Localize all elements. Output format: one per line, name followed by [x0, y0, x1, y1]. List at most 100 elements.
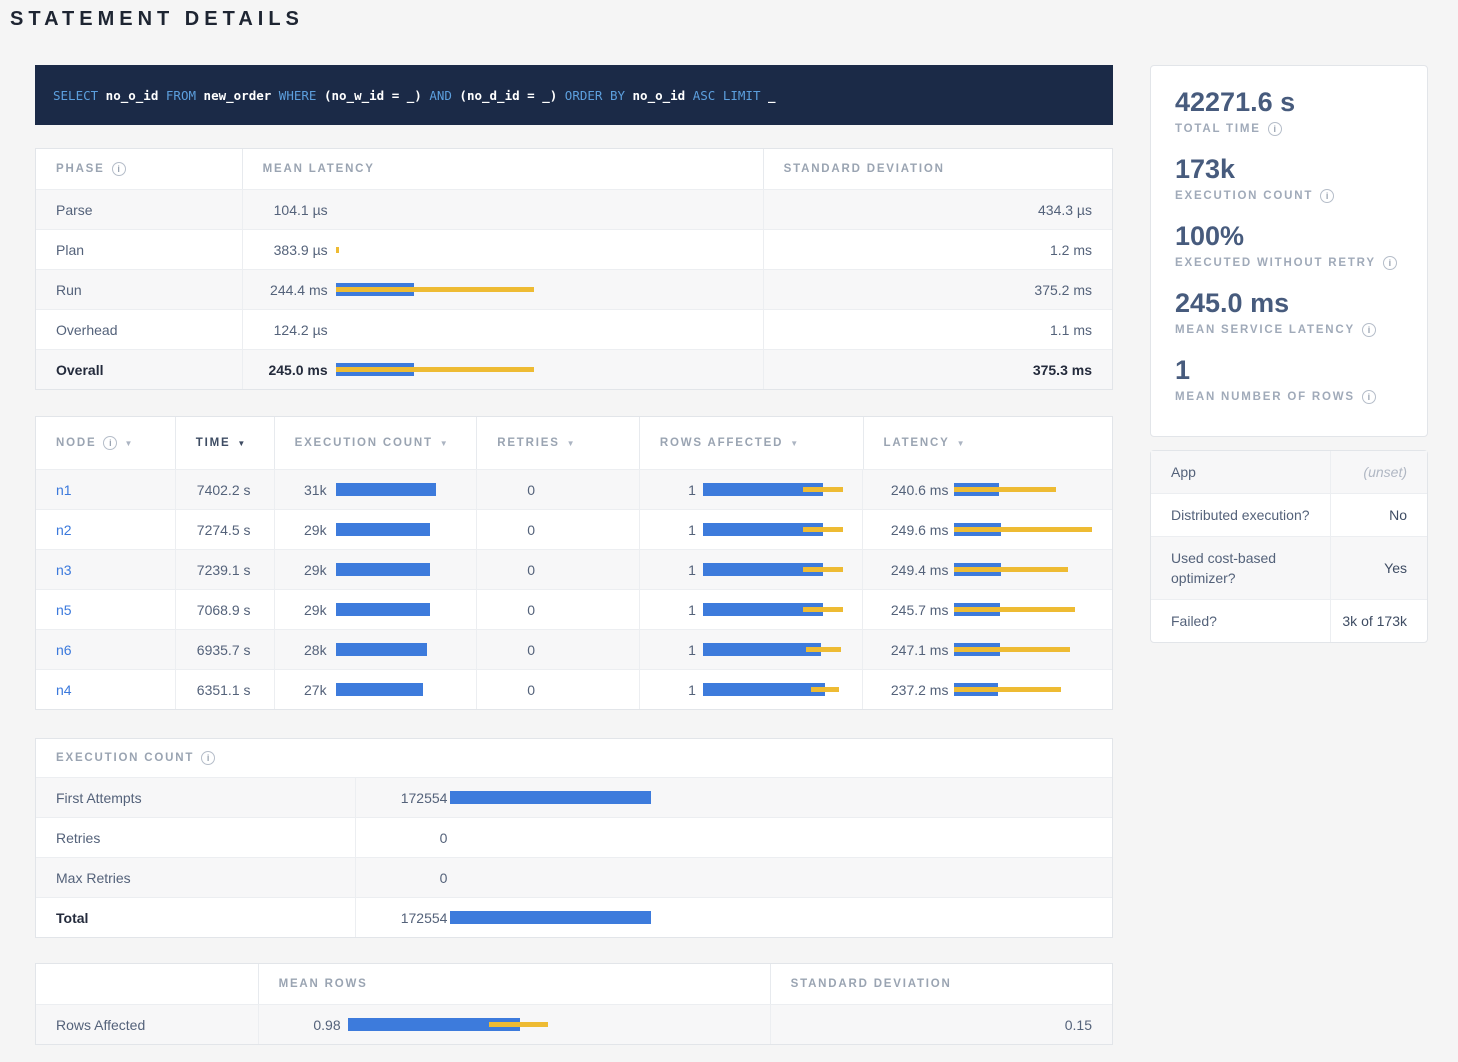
execution-row-label: Max Retries: [36, 858, 355, 897]
sort-desc-icon[interactable]: ▼: [440, 439, 450, 448]
rows-affected-value: 1: [640, 642, 696, 658]
mean-rows-cell: 0.98: [258, 1005, 770, 1044]
stddev-whisker-icon: [489, 1022, 548, 1027]
stddev-whisker-icon: [336, 247, 339, 253]
retries-value: 0: [497, 562, 565, 578]
stddev-value: 1.2 ms: [763, 230, 1112, 269]
info-icon[interactable]: i: [1362, 390, 1376, 404]
column-header-time[interactable]: TIME▼: [175, 417, 274, 469]
time-value: 6351.1 s: [176, 682, 251, 698]
latency-bar-chart: [336, 683, 477, 696]
latency-bar-chart: [336, 243, 763, 256]
sort-desc-icon[interactable]: ▼: [124, 439, 134, 448]
stat-label: EXECUTED WITHOUT RETRYi: [1175, 256, 1403, 270]
node-table-row: n46351.1 s27k01237.2 ms: [36, 669, 1112, 709]
stddev-whisker-icon: [954, 487, 1056, 492]
sort-desc-icon[interactable]: ▼: [567, 439, 577, 448]
execution-row-label: Retries: [36, 818, 355, 857]
rows-affected-value: 1: [640, 602, 696, 618]
attribute-row: Failed?3k of 173k: [1151, 599, 1427, 642]
latency-bar-chart: [954, 563, 1112, 576]
stddev-value: 434.3 µs: [763, 190, 1112, 229]
latency-bar-chart: [348, 1018, 770, 1031]
stddev-value: 1.1 ms: [763, 310, 1112, 349]
sort-desc-icon[interactable]: ▼: [237, 439, 247, 448]
column-label: PHASE: [56, 163, 105, 175]
column-header-latency[interactable]: LATENCY▼: [863, 417, 1113, 469]
execution-count-table-header: EXECUTION COUNT i: [36, 739, 1112, 777]
column-header-rows-affected[interactable]: ROWS AFFECTED▼: [639, 417, 863, 469]
rows-affected-table-body: Rows Affected0.980.15: [36, 1004, 1112, 1044]
retries-cell: 0: [476, 630, 639, 669]
phase-table-header: PHASE i MEAN LATENCY STANDARD DEVIATION: [36, 149, 1112, 189]
column-label: EXECUTION COUNT: [295, 437, 433, 449]
info-icon[interactable]: i: [112, 162, 126, 176]
info-icon[interactable]: i: [1383, 256, 1397, 270]
sort-desc-icon[interactable]: ▼: [957, 439, 967, 448]
summary-sidebar: 42271.6 sTOTAL TIMEi173kEXECUTION COUNTi…: [1150, 65, 1428, 643]
latency-value: 249.6 ms: [863, 522, 948, 538]
execution-count-cell: 28k: [274, 630, 477, 669]
stddev-whisker-icon: [803, 607, 843, 612]
latency-cell: 237.2 ms: [862, 670, 1112, 709]
phase-table-row: Plan383.9 µs1.2 ms: [36, 229, 1112, 269]
latency-bar-chart: [954, 683, 1112, 696]
stddev-whisker-icon: [954, 647, 1070, 652]
execution-count-title: EXECUTION COUNT i: [36, 739, 215, 777]
retries-cell: 0: [476, 470, 639, 509]
latency-bar-chart: [336, 523, 477, 536]
latency-bar-chart: [336, 283, 763, 296]
mean-latency-value: 244.4 ms: [243, 282, 328, 298]
node-cell: n2: [36, 510, 175, 549]
column-header-execution-count[interactable]: EXECUTION COUNT ▼: [274, 417, 477, 469]
attribute-label: App: [1151, 451, 1330, 493]
info-icon[interactable]: i: [1320, 189, 1334, 203]
execution-count-cell: 31k: [274, 470, 477, 509]
stat-label-text: EXECUTION COUNT: [1175, 190, 1313, 202]
node-cell: n3: [36, 550, 175, 589]
latency-bar-chart: [703, 483, 863, 496]
node-link[interactable]: n6: [56, 642, 72, 658]
stddev-whisker-icon: [803, 527, 843, 532]
node-cell: n4: [36, 670, 175, 709]
time-cell: 7239.1 s: [175, 550, 274, 589]
phase-column-header: PHASE i: [36, 149, 242, 189]
node-table: NODEi▼TIME▼EXECUTION COUNT▼RETRIES▼ROWS …: [35, 416, 1113, 710]
time-cell: 7402.2 s: [175, 470, 274, 509]
info-icon[interactable]: i: [103, 436, 117, 450]
summary-stat: 100%EXECUTED WITHOUT RETRYi: [1175, 220, 1403, 270]
node-link[interactable]: n5: [56, 602, 72, 618]
mean-latency-cell: 104.1 µs: [242, 190, 763, 229]
info-icon[interactable]: i: [201, 751, 215, 765]
phase-label: Plan: [36, 230, 242, 269]
sql-statement-box: SELECT no_o_id FROM new_order WHERE (no_…: [35, 65, 1113, 125]
column-header-retries[interactable]: RETRIES▼: [476, 417, 639, 469]
latency-bar-chart: [703, 643, 863, 656]
latency-bar-chart: [703, 683, 863, 696]
node-link[interactable]: n3: [56, 562, 72, 578]
attribute-row: Distributed execution?No: [1151, 493, 1427, 536]
execution-row-label: First Attempts: [36, 778, 355, 817]
execution-count-cell: 29k: [274, 510, 477, 549]
summary-stat: 42271.6 sTOTAL TIMEi: [1175, 86, 1403, 136]
column-header-node[interactable]: NODEi▼: [36, 417, 175, 469]
time-value: 7274.5 s: [176, 522, 251, 538]
mean-bar: [703, 643, 821, 656]
node-link[interactable]: n4: [56, 682, 72, 698]
stat-label: TOTAL TIMEi: [1175, 122, 1403, 136]
node-link[interactable]: n2: [56, 522, 72, 538]
execution-row-value-cell: 172554: [355, 778, 1112, 817]
stat-value: 1: [1175, 354, 1403, 386]
retries-cell: 0: [476, 670, 639, 709]
stddev-whisker-icon: [803, 487, 843, 492]
sort-desc-icon[interactable]: ▼: [790, 439, 800, 448]
sql-keyword: AND: [422, 88, 452, 103]
execution-count-cell: 29k: [274, 590, 477, 629]
sql-keyword: ASC: [685, 88, 715, 103]
node-link[interactable]: n1: [56, 482, 72, 498]
info-icon[interactable]: i: [1362, 323, 1376, 337]
retries-cell: 0: [476, 590, 639, 629]
info-icon[interactable]: i: [1268, 122, 1282, 136]
execution-row-value-cell: 0: [355, 818, 1112, 857]
sql-identifier: (no_d_id = _): [452, 88, 557, 103]
